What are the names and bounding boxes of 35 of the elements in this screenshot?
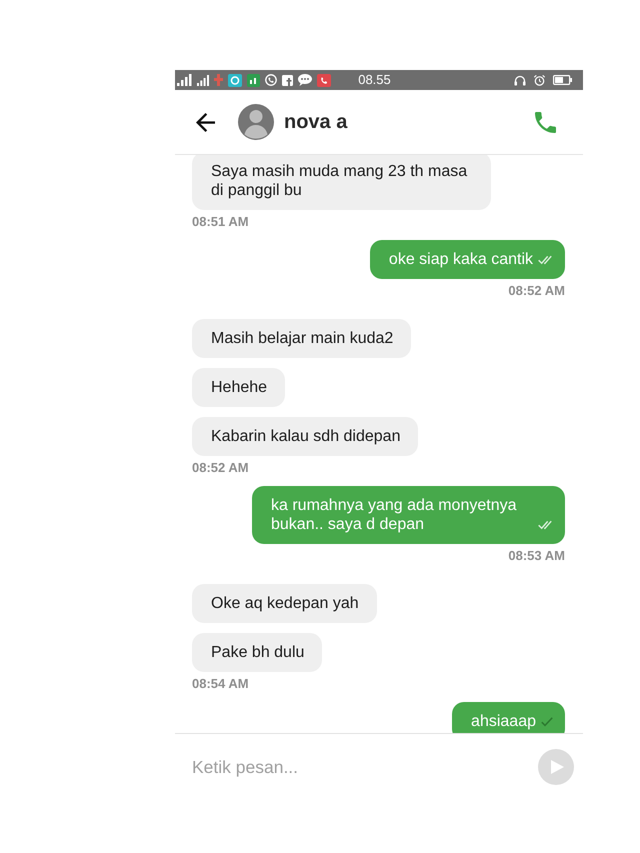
signal-bars-icon — [177, 74, 192, 86]
headset-icon — [514, 74, 526, 86]
send-icon — [551, 760, 564, 774]
arrow-left-icon — [196, 112, 215, 132]
back-button[interactable] — [196, 112, 215, 132]
message-input[interactable]: Ketik pesan... — [192, 755, 528, 779]
ring-tile-icon — [228, 74, 242, 86]
status-time: 08.55 — [358, 72, 391, 88]
message-time: 08:54 AM — [192, 676, 249, 692]
message-text: ka rumahnya yang ada monyetnya bukan.. saya d depan — [271, 496, 518, 534]
message-text: Kabarin kalau sdh didepan — [211, 427, 400, 446]
contact-name: nova a — [284, 110, 348, 134]
phone-circle-icon — [265, 74, 277, 86]
cross-icon — [214, 74, 223, 86]
speech-bubble-icon — [298, 74, 312, 86]
message-text: Oke aq kedepan yah — [211, 594, 359, 613]
tile-icon — [247, 74, 260, 86]
message-text: Pake bh dulu — [211, 643, 304, 662]
message-text: Hehehe — [211, 378, 268, 397]
message-time: 08:51 AM — [192, 214, 249, 230]
message-text: Masih belajar main kuda2 — [211, 329, 394, 348]
tile-icon — [282, 74, 293, 86]
signal-bars-icon — [197, 74, 209, 86]
phone-icon — [535, 112, 556, 132]
message-time: 08:52 AM — [192, 460, 249, 476]
message-text: Saya masih muda mang 23 th masa di panggil bu — [211, 162, 468, 200]
battery-icon — [553, 75, 572, 85]
avatar-icon — [238, 104, 274, 140]
phone-tile-icon — [317, 74, 331, 86]
call-button[interactable] — [535, 112, 556, 132]
message-time: 08:52 AM — [508, 283, 565, 299]
alarm-clock-icon — [534, 74, 545, 86]
message-time: 08:53 AM — [508, 548, 565, 564]
message-text: oke siap kaka cantik — [388, 250, 533, 269]
message-text: ahsiaaap — [471, 712, 536, 731]
